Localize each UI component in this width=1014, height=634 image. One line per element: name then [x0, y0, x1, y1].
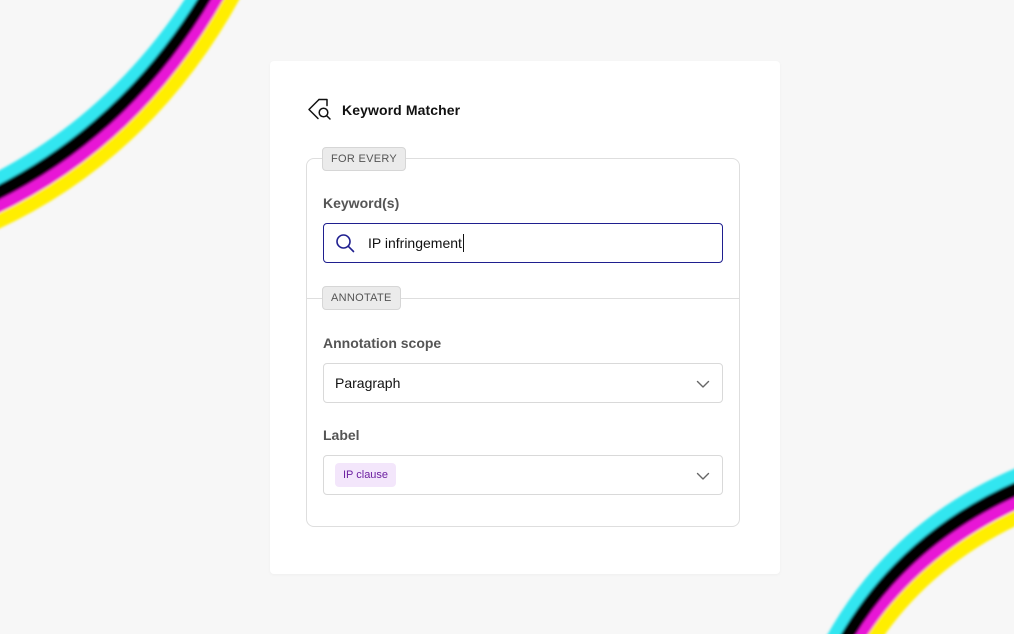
tag-search-icon: [306, 97, 332, 123]
search-icon: [335, 233, 355, 253]
annotation-scope-select[interactable]: Paragraph: [323, 363, 723, 403]
top-left-stripes: [0, 0, 240, 229]
annotate-section-tag: ANNOTATE: [322, 286, 401, 310]
card-header: Keyword Matcher: [306, 97, 460, 123]
bottom-right-stripes: [827, 468, 1014, 634]
keywords-label: Keyword(s): [323, 195, 400, 211]
app-title: Keyword Matcher: [342, 102, 461, 118]
for-every-section-tag: FOR EVERY: [322, 147, 407, 171]
label-field-label: Label: [323, 427, 360, 443]
text-caret: [462, 234, 464, 252]
chevron-down-icon[interactable]: [696, 377, 710, 391]
rule-group: FOR EVERY Keyword(s) IP infringement ANN…: [306, 147, 740, 527]
chevron-down-icon[interactable]: [696, 469, 710, 483]
keyword-matcher-card: Keyword Matcher FOR EVERY Keyword(s) IP …: [270, 61, 780, 574]
annotation-scope-value: Paragraph: [335, 375, 401, 391]
label-select[interactable]: IP clause: [323, 455, 723, 495]
keywords-input[interactable]: IP infringement: [323, 223, 723, 263]
label-chip[interactable]: IP clause: [335, 463, 397, 487]
annotation-scope-label: Annotation scope: [323, 335, 442, 351]
keywords-input-value[interactable]: IP infringement: [368, 235, 462, 251]
